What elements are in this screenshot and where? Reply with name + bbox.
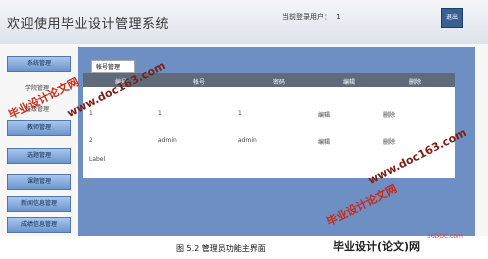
sidebar-item-topic[interactable]: 课题管理: [7, 174, 71, 190]
delete-link[interactable]: 删除: [383, 110, 395, 119]
current-user-value: 1: [336, 13, 341, 21]
table-cell: 1: [89, 110, 93, 117]
column-header: 编辑: [343, 79, 356, 86]
sidebar-item-teacher[interactable]: 教师管理: [7, 120, 71, 136]
column-header: 帐号: [193, 79, 206, 86]
table-cell: 2: [89, 137, 93, 144]
table-row: 2 admin admin 编辑 删除: [83, 130, 455, 152]
edit-link[interactable]: 编辑: [318, 110, 330, 119]
column-header: 删除: [409, 79, 422, 86]
sidebar-item-selection[interactable]: 选题管理: [7, 148, 71, 164]
tab-account-management[interactable]: 帐号管理: [91, 60, 135, 73]
table-cell: 1: [158, 110, 162, 117]
column-header: 密码: [273, 79, 286, 86]
delete-link[interactable]: 删除: [383, 137, 395, 146]
table-row: 1 1 1 编辑 删除: [83, 103, 455, 125]
exit-button[interactable]: 退出: [441, 8, 463, 28]
sidebar-item-news[interactable]: 新闻信息管理: [7, 196, 71, 212]
brand-logo-text: 毕业设计(论文)网: [333, 240, 421, 253]
sidebar-item-system[interactable]: 系统管理: [7, 56, 71, 72]
header: 欢迎使用毕业设计管理系统 当前登录用户： 1 退出: [0, 0, 488, 44]
sidebar: 系统管理 学院管理 班级管理 教师管理 选题管理 课题管理 新闻信息管理 成绩信…: [3, 44, 76, 239]
figure-caption: 图 5.2 管理员功能主界面: [176, 244, 266, 253]
table-cell: admin: [158, 137, 177, 144]
label-text: Label: [89, 156, 106, 163]
sidebar-item-grades[interactable]: 成绩信息管理: [7, 217, 71, 233]
current-user: 当前登录用户： 1: [282, 12, 344, 22]
site-badge: 56DOC.com: [427, 233, 463, 240]
current-user-label: 当前登录用户：: [282, 13, 331, 21]
page: 欢迎使用毕业设计管理系统 当前登录用户： 1 退出 系统管理 学院管理 班级管理…: [0, 0, 488, 259]
table-cell: 1: [238, 110, 242, 117]
app-title: 欢迎使用毕业设计管理系统: [7, 16, 170, 31]
edit-link[interactable]: 编辑: [318, 137, 330, 146]
table-cell: admin: [238, 137, 257, 144]
